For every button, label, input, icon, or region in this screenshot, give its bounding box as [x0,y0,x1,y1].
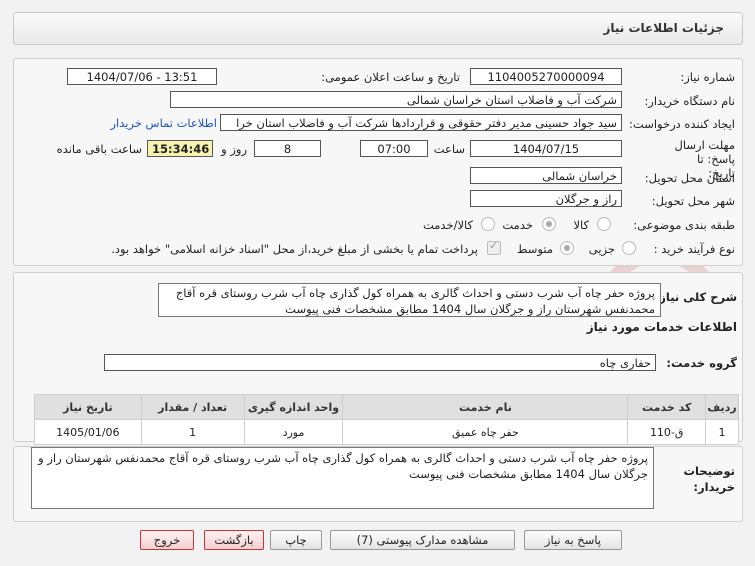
buyer-notes-label: توضیحات خریدار: [683,464,736,494]
process-option-medium: متوسط [516,242,553,256]
col-header-unit: واحد اندازه گیری [243,394,344,420]
need-number-field[interactable]: 1104005270000094 [470,68,622,85]
days-remaining-field[interactable]: 8 [254,140,321,157]
remaining-time-field: 15:34:46 [147,140,213,157]
treasury-payment-note: پرداخت تمام یا بخشی از مبلغ خرید،از محل … [111,242,478,256]
category-label: طبقه بندی موضوعی: [633,218,735,232]
category-option-service: خدمت [502,218,533,232]
description-label: شرح کلی نیاز: [654,290,737,304]
process-radio-medium[interactable] [560,241,574,255]
process-label: نوع فرآیند خرید : [653,242,735,256]
cell-row-number: 1 [705,419,739,445]
deadline-time-field[interactable]: 07:00 [360,140,428,157]
col-header-need-date: تاریخ نیاز [34,394,142,420]
buyer-field[interactable]: شرکت آب و فاضلاب استان خراسان شمالی [170,91,622,108]
province-field[interactable]: خراسان شمالی [470,167,622,184]
back-button[interactable]: بازگشت [204,530,264,550]
services-table: ردیف کد خدمت نام خدمت واحد اندازه گیری ت… [34,394,739,445]
service-group-label: گروه خدمت: [666,356,737,370]
category-radio-goods[interactable] [597,217,611,231]
city-field[interactable]: راز و جرگلان [470,190,622,207]
creator-field[interactable]: سید جواد حسینی مدیر دفتر حقوقی و قرارداد… [220,114,622,131]
col-header-quantity: تعداد / مقدار [140,394,245,420]
announce-date-field[interactable]: 1404/07/06 - 13:51 [67,68,217,85]
category-radio-goods-service[interactable] [481,217,495,231]
buyer-contact-link[interactable]: اطلاعات تماس خریدار [110,116,217,130]
announce-date-label: تاریخ و ساعت اعلان عمومی: [321,70,460,84]
exit-button[interactable]: خروج [140,530,194,550]
process-radio-minor[interactable] [622,241,636,255]
deadline-date-field[interactable]: 1404/07/15 [470,140,622,157]
service-group-field[interactable]: حفاری چاه [104,354,656,371]
print-button[interactable]: چاپ [270,530,322,550]
reply-button[interactable]: پاسخ به نیاز [524,530,622,550]
creator-label: ایجاد کننده درخواست: [629,117,735,131]
cell-service-code: ق-110 [627,419,707,445]
buyer-label: نام دستگاه خریدار: [644,94,735,108]
page-header: جزئیات اطلاعات نیاز [13,12,743,45]
table-header-row: ردیف کد خدمت نام خدمت واحد اندازه گیری ت… [34,394,739,420]
remaining-time-label: ساعت باقی مانده [56,142,142,156]
city-label: شهر محل تحویل: [651,194,735,208]
col-header-row-number: ردیف [705,394,739,420]
cell-quantity: 1 [140,419,245,445]
need-number-label: شماره نیاز: [680,70,735,84]
category-option-goods-service: کالا/خدمت [422,218,473,232]
page-title: جزئیات اطلاعات نیاز [603,21,724,35]
col-header-service-name: نام خدمت [342,394,629,420]
category-option-goods: کالا [573,218,589,232]
cell-unit: مورد [243,419,344,445]
info-panel [13,58,743,266]
days-label: روز و [221,142,247,156]
cell-need-date: 1405/01/06 [34,419,142,445]
deadline-time-label: ساعت [433,142,465,156]
services-section-title: اطلاعات خدمات مورد نیاز [586,320,737,334]
description-textarea[interactable]: پروژه حفر چاه آب شرب دستی و احداث گالری … [158,283,661,317]
buyer-notes-textarea[interactable]: پروژه حفر چاه آب شرب دستی و احداث گالری … [31,447,654,509]
process-option-minor: جزیی [588,242,615,256]
table-row[interactable]: 1 ق-110 حفر چاه عمیق مورد 1 1405/01/06 [34,419,739,445]
category-radio-service[interactable] [542,217,556,231]
cell-service-name: حفر چاه عمیق [342,419,629,445]
view-attachments-button[interactable]: مشاهده مدارک پیوستی (7) [330,530,515,550]
province-label: استان محل تحویل: [644,171,735,185]
col-header-service-code: کد خدمت [627,394,707,420]
treasury-payment-checkbox[interactable] [487,239,501,255]
